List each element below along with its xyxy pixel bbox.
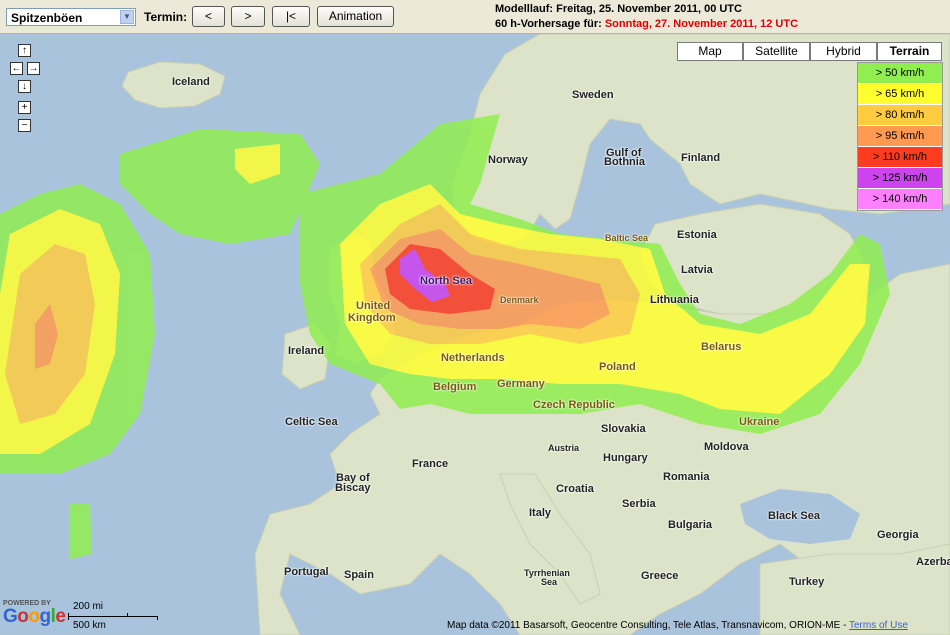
prev-button[interactable]: <: [192, 6, 225, 27]
label-poland: Poland: [599, 361, 636, 373]
label-belgium: Belgium: [433, 381, 477, 393]
google-wordmark: Google: [3, 606, 66, 627]
label-austria: Austria: [548, 443, 580, 453]
label-bulgaria: Bulgaria: [668, 519, 713, 531]
gust-50-spot: [70, 504, 92, 559]
maptype-hybrid[interactable]: Hybrid: [810, 42, 877, 61]
animation-button[interactable]: Animation: [317, 6, 394, 27]
label-kingdom: Kingdom: [348, 312, 396, 324]
label-portugal: Portugal: [284, 566, 329, 578]
model-run-info: Modelllauf: Freitag, 25. November 2011, …: [495, 3, 742, 15]
label-france: France: [412, 458, 449, 470]
google-logo[interactable]: POWERED BY Google: [3, 600, 66, 627]
label-celtic-sea: Celtic Sea: [285, 416, 338, 428]
label-baltic-sea: Baltic Sea: [605, 233, 649, 243]
gust-legend: > 50 km/h > 65 km/h > 80 km/h > 95 km/h …: [857, 62, 943, 211]
chevron-down-icon[interactable]: ▼: [120, 10, 134, 24]
legend-row-95: > 95 km/h: [858, 126, 942, 147]
label-bothnia: Bothnia: [604, 156, 645, 168]
label-italy: Italy: [529, 507, 552, 519]
label-norway: Norway: [488, 154, 528, 166]
label-tyrrhenian-sea: Sea: [541, 577, 558, 587]
pan-up-icon[interactable]: ↑: [18, 44, 31, 57]
product-select-value: Spitzenböen: [11, 11, 83, 25]
zoom-out-icon[interactable]: −: [18, 119, 31, 132]
pan-left-icon[interactable]: ←: [10, 62, 23, 75]
scale-miles: 200 mi: [73, 601, 104, 612]
label-belarus: Belarus: [701, 341, 742, 353]
zoom-in-icon[interactable]: +: [18, 101, 31, 114]
maptype-satellite[interactable]: Satellite: [743, 42, 810, 61]
label-slovakia: Slovakia: [601, 423, 646, 435]
label-czech-republic: Czech Republic: [533, 399, 615, 411]
maptype-terrain[interactable]: Terrain: [877, 42, 942, 61]
forecast-date: Sonntag, 27. November 2011, 12 UTC: [604, 18, 799, 30]
label-denmark: Denmark: [500, 295, 539, 305]
label-turkey: Turkey: [789, 576, 825, 588]
map-svg: [0, 34, 950, 635]
label-croatia: Croatia: [556, 483, 594, 495]
label-iceland: Iceland: [172, 76, 210, 88]
termin-label: Termin:: [144, 10, 188, 24]
legend-row-140: > 140 km/h: [858, 189, 942, 210]
maptype-map[interactable]: Map: [677, 42, 743, 61]
label-sweden: Sweden: [572, 89, 614, 101]
label-serbia: Serbia: [622, 498, 656, 510]
label-romania: Romania: [663, 471, 710, 483]
legend-row-110: > 110 km/h: [858, 147, 942, 168]
label-black-sea: Black Sea: [768, 510, 820, 522]
label-lithuania: Lithuania: [650, 294, 699, 306]
scale-bar: 200 mi 500 km: [68, 600, 158, 633]
scale-km: 500 km: [73, 620, 106, 631]
legend-row-65: > 65 km/h: [858, 84, 942, 105]
legend-row-125: > 125 km/h: [858, 168, 942, 189]
label-latvia: Latvia: [681, 264, 713, 276]
label-finland: Finland: [681, 152, 721, 164]
pan-right-icon[interactable]: →: [27, 62, 40, 75]
label-biscay: Biscay: [335, 482, 371, 494]
label-ukraine: Ukraine: [739, 416, 780, 428]
label-georgia: Georgia: [877, 529, 919, 541]
label-north-sea: North Sea: [420, 275, 472, 287]
label-spain: Spain: [344, 569, 374, 581]
legend-row-80: > 80 km/h: [858, 105, 942, 126]
forecast-info: 60 h-Vorhersage für: Sonntag, 27. Novemb…: [495, 18, 798, 30]
label-greece: Greece: [641, 570, 679, 582]
map-attribution: Map data ©2011 Basarsoft, Geocentre Cons…: [447, 620, 908, 631]
product-select[interactable]: Spitzenböen ▼: [6, 8, 136, 26]
legend-row-50: > 50 km/h: [858, 63, 942, 84]
attribution-text: Map data ©2011 Basarsoft, Geocentre Cons…: [447, 620, 849, 631]
pan-down-icon[interactable]: ↓: [18, 80, 31, 93]
label-hungary: Hungary: [603, 452, 648, 464]
label-azerbaijan: Azerbai: [916, 556, 950, 568]
toolbar: Spitzenböen ▼ Termin: < > |< Animation M…: [0, 0, 950, 34]
label-united: United: [356, 300, 391, 312]
label-germany: Germany: [497, 378, 545, 390]
label-ireland: Ireland: [288, 345, 325, 357]
label-netherlands: Netherlands: [441, 352, 505, 364]
forecast-prefix: 60 h-Vorhersage für:: [495, 18, 605, 30]
map-canvas[interactable]: Map Satellite Hybrid Terrain ↑ ← → ↓ + −…: [0, 34, 950, 635]
label-estonia: Estonia: [677, 229, 717, 241]
first-button[interactable]: |<: [272, 6, 310, 27]
next-button[interactable]: >: [231, 6, 265, 27]
terms-of-use-link[interactable]: Terms of Use: [849, 620, 908, 631]
label-moldova: Moldova: [704, 441, 749, 453]
